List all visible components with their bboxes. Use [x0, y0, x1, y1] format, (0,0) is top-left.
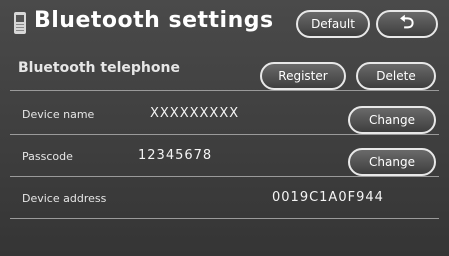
delete-button[interactable]: Delete	[356, 62, 436, 90]
device-address-row: Device address 0019C1A0F944	[10, 180, 439, 219]
device-name-label: Device name	[22, 108, 95, 121]
device-address-value: 0019C1A0F944	[272, 190, 384, 205]
bluetooth-telephone-label: Bluetooth telephone	[18, 60, 180, 76]
change-device-name-button[interactable]: Change	[348, 106, 436, 134]
change-passcode-button[interactable]: Change	[348, 148, 436, 176]
passcode-label: Passcode	[22, 150, 73, 163]
passcode-value: 12345678	[138, 148, 213, 163]
bluetooth-settings-screen: Bluetooth settings Default ⮌ Bluetooth t…	[0, 0, 449, 256]
page-title: Bluetooth settings	[34, 8, 274, 33]
register-button[interactable]: Register	[260, 62, 346, 90]
title-bar: Bluetooth settings Default ⮌	[0, 0, 449, 46]
device-name-value: XXXXXXXXX	[150, 106, 240, 121]
phone-icon	[14, 12, 26, 34]
back-arrow-icon: ⮌	[399, 12, 415, 33]
default-button[interactable]: Default	[296, 10, 370, 38]
device-address-label: Device address	[22, 192, 107, 205]
back-button[interactable]: ⮌	[376, 10, 438, 38]
